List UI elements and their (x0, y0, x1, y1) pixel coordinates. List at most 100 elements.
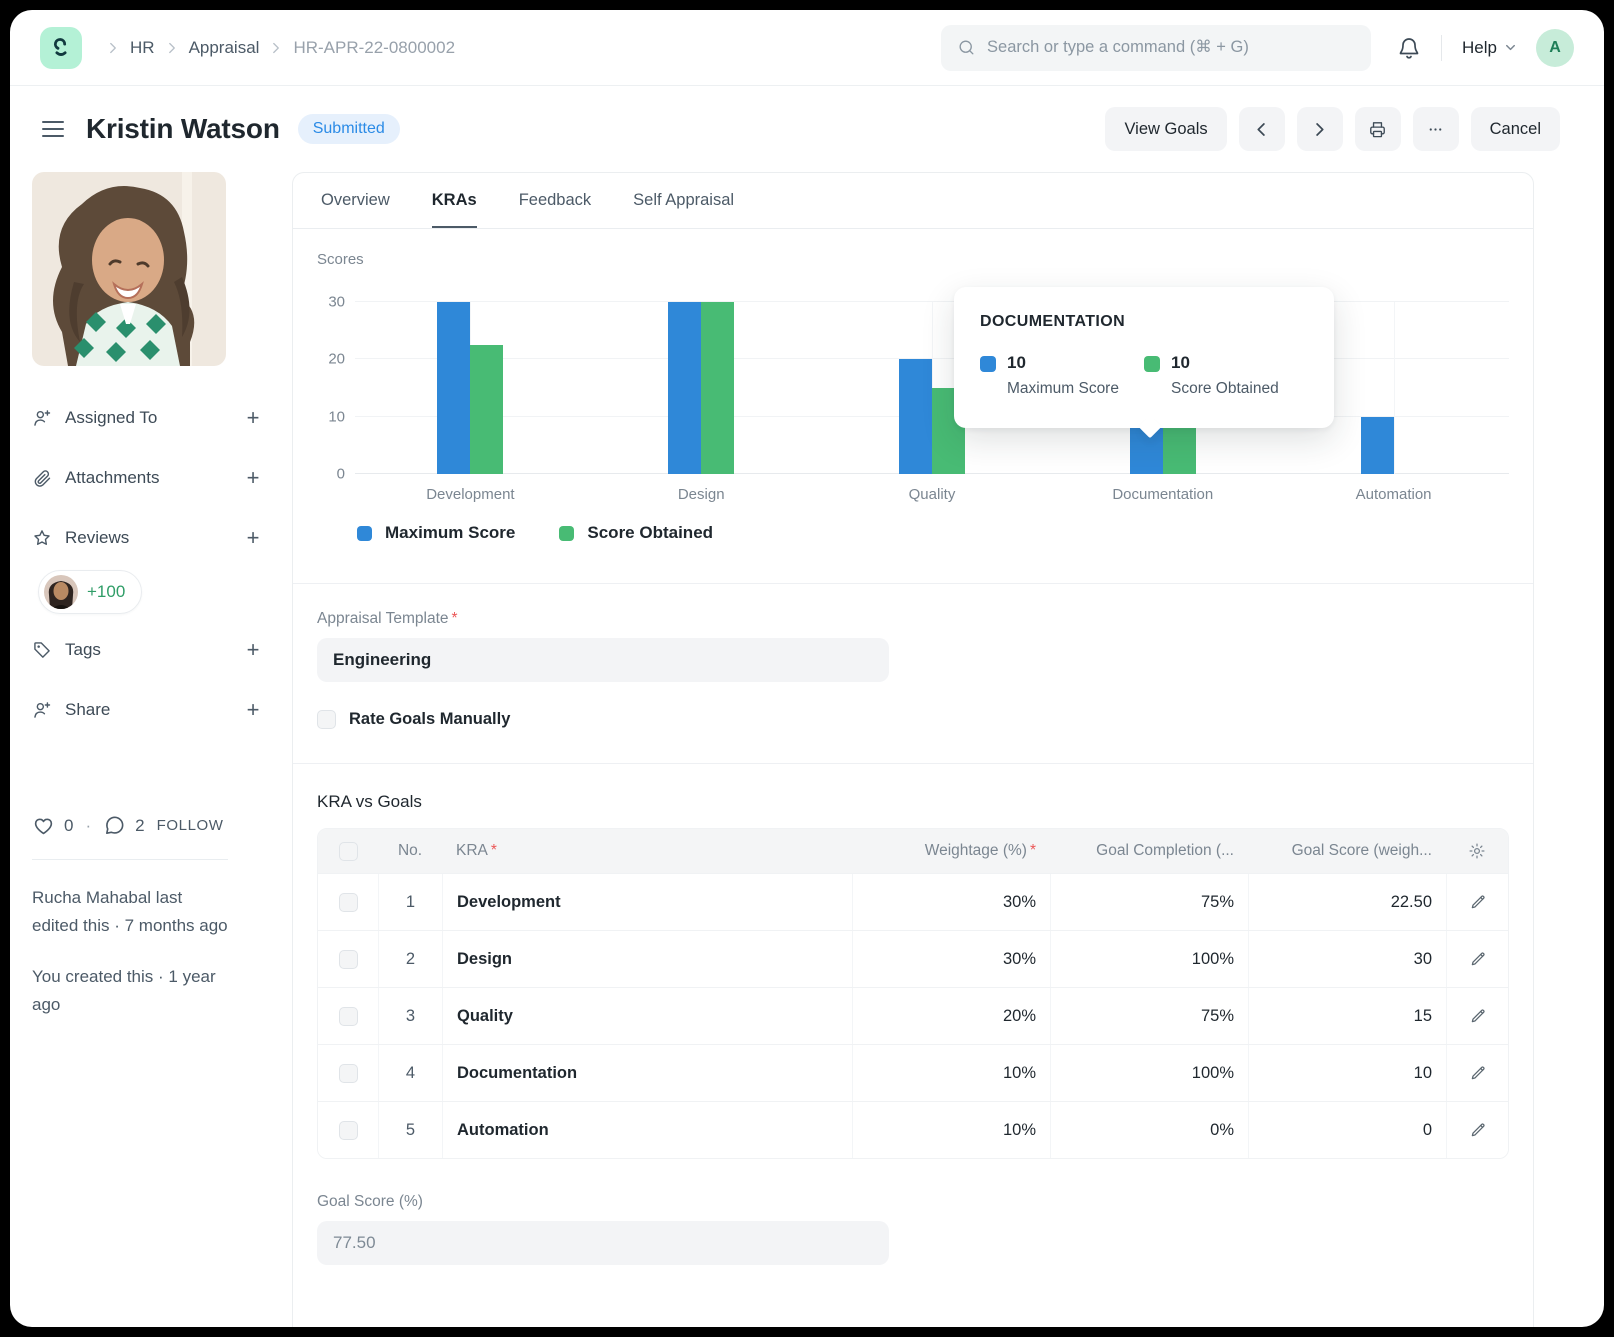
view-goals-button[interactable]: View Goals (1105, 107, 1226, 151)
column-header-goal-score-weigh: Goal Score (weigh... (1248, 829, 1446, 873)
appraisal-template-field[interactable] (317, 638, 889, 682)
row-checkbox[interactable] (339, 1121, 358, 1140)
previous-document-button[interactable] (1239, 107, 1285, 151)
x-tick-label: Documentation (1047, 486, 1278, 503)
main-panel: Overview KRAs Feedback Self Appraisal Sc… (292, 172, 1534, 1327)
no-cell: 1 (378, 874, 442, 930)
row-checkbox[interactable] (339, 1007, 358, 1026)
tooltip-value: 10 (1007, 353, 1119, 373)
breadcrumb-appraisal[interactable]: Appraisal (189, 38, 260, 58)
add-review-button[interactable]: + (240, 525, 266, 551)
tab-kras[interactable]: KRAs (432, 173, 477, 228)
x-tick-label: Quality (817, 486, 1048, 503)
topbar-divider (1441, 35, 1442, 61)
weightage-cell: 30% (852, 931, 1050, 987)
more-options-button[interactable] (1413, 107, 1459, 151)
required-asterisk: * (1030, 842, 1036, 860)
ellipsis-icon (1426, 120, 1445, 139)
goal-completion-cell: 0% (1050, 1102, 1248, 1158)
chart-bar-maximum-score[interactable] (437, 302, 470, 474)
edit-pencil-icon[interactable] (1469, 893, 1487, 911)
add-attachment-button[interactable]: + (240, 465, 266, 491)
tooltip-title: DOCUMENTATION (980, 313, 1308, 331)
sidebar-item-assigned-to[interactable]: Assigned To + (32, 388, 266, 448)
gear-icon[interactable] (1468, 842, 1486, 860)
social-bar: 0 · 2 FOLLOW (32, 814, 266, 837)
no-cell: 2 (378, 931, 442, 987)
add-share-button[interactable]: + (240, 697, 266, 723)
breadcrumb-document-id[interactable]: HR-APR-22-0800002 (293, 38, 455, 58)
search-icon (957, 38, 976, 57)
kra-goals-section: KRA vs Goals No.KRA*Weightage (%)*Goal C… (293, 764, 1533, 1305)
breadcrumb-hr[interactable]: HR (130, 38, 155, 58)
chart-legend: Maximum ScoreScore Obtained (357, 523, 1509, 543)
search-input[interactable] (987, 38, 1355, 57)
print-button[interactable] (1355, 107, 1401, 151)
tooltip-label: Score Obtained (1171, 380, 1279, 398)
sidebar-item-label: Reviews (65, 528, 129, 548)
help-menu[interactable]: Help (1462, 38, 1518, 58)
cancel-button[interactable]: Cancel (1471, 107, 1560, 151)
printer-icon (1368, 120, 1387, 139)
sidebar-item-attachments[interactable]: Attachments + (32, 448, 266, 508)
chart-x-labels: DevelopmentDesignQualityDocumentationAut… (355, 486, 1509, 503)
created-note: You created this · 1 year ago (32, 963, 232, 1018)
tab-feedback[interactable]: Feedback (519, 173, 591, 228)
table-row: 1Development30%75%22.50 (318, 873, 1508, 930)
comments-icon[interactable] (103, 814, 126, 837)
comments-count[interactable]: 2 (135, 816, 144, 836)
checkbox-cell (318, 874, 378, 930)
chart-bar-maximum-score[interactable] (899, 359, 932, 474)
y-tick-label: 0 (337, 466, 345, 483)
rate-goals-manually-row[interactable]: Rate Goals Manually (317, 710, 1509, 729)
tab-overview[interactable]: Overview (321, 173, 390, 228)
tab-bar: Overview KRAs Feedback Self Appraisal (293, 173, 1533, 229)
app-logo[interactable] (40, 27, 82, 69)
chart-bar-score-obtained[interactable] (701, 302, 734, 474)
sidebar-divider (32, 859, 228, 860)
goal-score-cell: 10 (1248, 1045, 1446, 1101)
add-tag-button[interactable]: + (240, 637, 266, 663)
sidebar-item-share[interactable]: Share + (32, 680, 266, 740)
edit-cell (1446, 1102, 1508, 1158)
tab-self-appraisal[interactable]: Self Appraisal (633, 173, 734, 228)
reviewers-avatar-group[interactable]: +100 (38, 570, 142, 614)
sidebar-item-tags[interactable]: Tags + (32, 620, 266, 680)
goal-score-field[interactable] (317, 1221, 889, 1265)
goal-score-label: Goal Score (%) (317, 1193, 1509, 1211)
sidebar-item-label: Assigned To (65, 408, 157, 428)
chart-bar-score-obtained[interactable] (470, 345, 503, 474)
likes-count[interactable]: 0 (64, 816, 73, 836)
chart-bar-maximum-score[interactable] (1361, 417, 1394, 474)
edit-pencil-icon[interactable] (1469, 950, 1487, 968)
edit-pencil-icon[interactable] (1469, 1007, 1487, 1025)
legend-swatch (357, 526, 372, 541)
checkbox-cell (318, 988, 378, 1044)
follow-button[interactable]: FOLLOW (157, 817, 224, 834)
sidebar-item-reviews[interactable]: Reviews + (32, 508, 266, 568)
row-checkbox[interactable] (339, 893, 358, 912)
checkbox-cell (318, 931, 378, 987)
next-document-button[interactable] (1297, 107, 1343, 151)
goal-score-cell: 30 (1248, 931, 1446, 987)
sidebar-toggle-icon[interactable] (42, 121, 64, 137)
page-title: Kristin Watson (86, 113, 280, 145)
select-all-checkbox[interactable] (339, 842, 358, 861)
row-checkbox[interactable] (339, 1064, 358, 1083)
no-cell: 4 (378, 1045, 442, 1101)
employee-photo (32, 172, 226, 366)
add-assigned-to-button[interactable]: + (240, 405, 266, 431)
global-search[interactable] (941, 25, 1371, 71)
edit-pencil-icon[interactable] (1469, 1064, 1487, 1082)
weightage-cell: 10% (852, 1102, 1050, 1158)
reviewers-more-count: +100 (87, 582, 125, 602)
row-checkbox[interactable] (339, 950, 358, 969)
edit-pencil-icon[interactable] (1469, 1121, 1487, 1139)
user-avatar[interactable]: A (1536, 29, 1574, 67)
notifications-bell-icon[interactable] (1397, 36, 1421, 60)
heart-icon[interactable] (32, 814, 55, 837)
chart-bar-maximum-score[interactable] (668, 302, 701, 474)
rate-goals-manually-checkbox[interactable] (317, 710, 336, 729)
sidebar-item-label: Tags (65, 640, 101, 660)
column-header-goal-completion: Goal Completion (... (1050, 829, 1248, 873)
